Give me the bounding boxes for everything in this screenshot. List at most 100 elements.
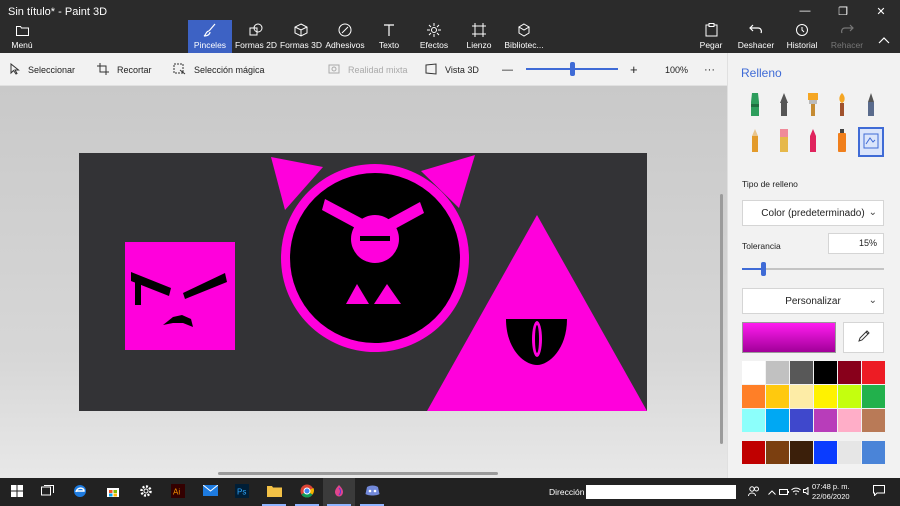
drawing-canvas[interactable]	[79, 153, 647, 411]
current-color-swatch[interactable]	[742, 322, 836, 353]
tolerance-slider-thumb[interactable]	[761, 262, 767, 276]
tab-lienzo[interactable]: Lienzo	[460, 20, 498, 53]
taskbar-photoshop[interactable]: Ps	[226, 478, 258, 506]
tab-formas-2d[interactable]: Formas 2D	[234, 20, 278, 53]
magic-select-icon	[173, 63, 186, 77]
taskbar-discord[interactable]	[356, 478, 388, 506]
maximize-button[interactable]: ❐	[824, 0, 862, 22]
palette-swatch[interactable]	[742, 441, 765, 464]
brush-calligraphy-pen[interactable]	[771, 91, 797, 121]
palette-swatch[interactable]	[862, 441, 885, 464]
brush-oil[interactable]	[800, 91, 826, 121]
palette-swatch[interactable]	[814, 361, 837, 384]
palette-swatch[interactable]	[838, 441, 861, 464]
brush-fill[interactable]	[858, 127, 884, 157]
brush-marker[interactable]	[742, 91, 768, 121]
close-button[interactable]: ✕	[862, 0, 900, 22]
tab-adhesivos[interactable]: Adhesivos	[324, 20, 366, 53]
palette-swatch[interactable]	[742, 385, 765, 408]
palette-swatch[interactable]	[742, 409, 765, 432]
brush-pixel-pen[interactable]	[858, 91, 884, 121]
paste-button[interactable]: Pegar	[694, 20, 728, 53]
tab-pinceles[interactable]: Pinceles	[188, 20, 232, 53]
tolerance-slider[interactable]	[742, 262, 884, 276]
eyedropper-button[interactable]	[843, 322, 884, 353]
vertical-scrollbar[interactable]	[720, 194, 723, 444]
tab-biblioteca[interactable]: Bibliotec...	[502, 20, 546, 53]
people-button[interactable]	[742, 478, 766, 506]
text-icon	[380, 22, 398, 38]
palette-swatch[interactable]	[862, 361, 885, 384]
palette-swatch[interactable]	[862, 385, 885, 408]
magic-select-tool[interactable]: Selección mágica	[173, 53, 265, 86]
brush-pencil[interactable]	[742, 127, 768, 157]
palette-swatch[interactable]	[814, 385, 837, 408]
history-button[interactable]: Historial	[784, 20, 820, 53]
tolerance-field[interactable]: 15%	[828, 233, 884, 254]
palette-swatch[interactable]	[790, 441, 813, 464]
taskbar-settings[interactable]	[130, 478, 162, 506]
taskbar-illustrator[interactable]: Ai	[162, 478, 194, 506]
tab-efectos[interactable]: Efectos	[413, 20, 455, 53]
undo-icon	[747, 22, 765, 38]
zoom-slider-thumb[interactable]	[570, 62, 575, 76]
palette-swatch[interactable]	[790, 409, 813, 432]
view-3d-button[interactable]: Vista 3D	[425, 53, 479, 86]
taskbar-edge[interactable]	[64, 478, 96, 506]
mixed-reality-button[interactable]: Realidad mixta	[328, 53, 408, 86]
taskbar-clock[interactable]: 07:48 p. m. 22/06/2020	[812, 482, 850, 502]
taskbar-file-explorer[interactable]	[258, 478, 290, 506]
zoom-out-button[interactable]: —	[502, 53, 513, 86]
volume-button[interactable]	[802, 478, 812, 506]
address-input[interactable]	[586, 485, 736, 499]
horizontal-scrollbar[interactable]	[218, 472, 498, 475]
start-button[interactable]	[1, 478, 33, 506]
palette-swatch[interactable]	[766, 409, 789, 432]
tab-texto[interactable]: Texto	[370, 20, 408, 53]
undo-button[interactable]: Deshacer	[736, 20, 776, 53]
battery-button[interactable]	[778, 478, 790, 506]
tray-overflow-button[interactable]	[766, 478, 778, 506]
palette-swatch[interactable]	[838, 361, 861, 384]
palette-swatch[interactable]	[766, 361, 789, 384]
action-center-button[interactable]	[866, 478, 892, 506]
brush-crayon[interactable]	[800, 127, 826, 157]
more-options-button[interactable]: ···	[704, 53, 715, 86]
eraser-icon	[777, 128, 791, 157]
brush-spray-can[interactable]	[829, 127, 855, 157]
palette-swatch[interactable]	[742, 361, 765, 384]
zoom-in-button[interactable]: +	[630, 53, 638, 86]
spray-can-icon	[835, 128, 849, 157]
view-3d-icon	[425, 62, 437, 77]
crop-tool[interactable]: Recortar	[97, 53, 152, 86]
zoom-slider[interactable]	[526, 62, 618, 76]
network-button[interactable]	[790, 478, 802, 506]
menu-button[interactable]: Menú	[4, 20, 40, 53]
taskbar-store[interactable]	[97, 478, 129, 506]
minimize-button[interactable]: —	[786, 0, 824, 22]
store-icon	[106, 484, 120, 501]
collapse-ribbon-button[interactable]	[872, 20, 896, 53]
palette-swatch[interactable]	[766, 385, 789, 408]
palette-swatch[interactable]	[814, 441, 837, 464]
customize-button[interactable]: Personalizar ⌄	[742, 288, 884, 314]
select-tool[interactable]: Seleccionar	[10, 53, 75, 86]
taskbar-mail[interactable]	[194, 478, 226, 506]
brush-watercolor[interactable]	[829, 91, 855, 121]
fill-type-dropdown[interactable]: Color (predeterminado) ⌄	[742, 200, 884, 226]
palette-swatch[interactable]	[838, 409, 861, 432]
triangle-pupil-slit	[535, 325, 539, 353]
palette-swatch[interactable]	[862, 409, 885, 432]
tab-formas-3d[interactable]: Formas 3D	[279, 20, 323, 53]
palette-swatch[interactable]	[814, 409, 837, 432]
mixed-reality-icon	[328, 63, 340, 76]
taskbar-paint3d[interactable]	[323, 478, 355, 506]
palette-swatch[interactable]	[838, 385, 861, 408]
palette-swatch[interactable]	[790, 361, 813, 384]
brush-eraser[interactable]	[771, 127, 797, 157]
palette-swatch[interactable]	[790, 385, 813, 408]
task-view-button[interactable]	[31, 478, 63, 506]
redo-button[interactable]: Rehacer	[828, 20, 866, 53]
palette-swatch[interactable]	[766, 441, 789, 464]
taskbar-chrome[interactable]	[291, 478, 323, 506]
